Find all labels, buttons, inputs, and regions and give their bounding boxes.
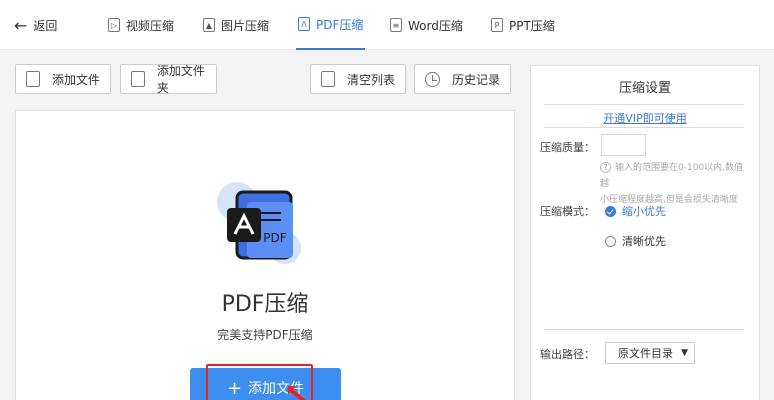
ppt-file-icon: P <box>491 18 503 32</box>
drop-area-title: PDF压缩 <box>221 292 309 317</box>
arrow-left-icon: ← <box>14 15 28 35</box>
history-label: 历史记录 <box>452 72 501 87</box>
quality-label: 压缩质量： <box>540 141 595 154</box>
tab-label: PPT压缩 <box>509 18 555 33</box>
mode-option-label: 清晰优先 <box>622 235 666 248</box>
image-file-icon: ▲ <box>203 18 215 32</box>
mode-radio-shrink[interactable]: 缩小优先 <box>605 203 666 219</box>
mode-option-label: 缩小优先 <box>622 205 666 218</box>
tab-word-compress[interactable]: ≡ Word压缩 <box>390 0 463 50</box>
word-file-icon: ≡ <box>390 18 402 32</box>
clear-list-button[interactable]: 清空列表 <box>310 64 406 94</box>
help-icon: ? <box>600 162 611 173</box>
tab-label: 视频压缩 <box>126 18 175 33</box>
output-path-select[interactable]: 原文件目录 ▼ <box>605 342 695 364</box>
tab-image-compress[interactable]: ▲ 图片压缩 <box>203 0 269 50</box>
tab-ppt-compress[interactable]: P PPT压缩 <box>491 0 555 50</box>
tab-label: PDF压缩 <box>316 17 364 32</box>
quality-hint: ? 输入的范围要在0-100以内,数值越 小压缩程度越高,但是会损失清晰度 <box>600 162 744 205</box>
divider <box>544 329 744 330</box>
video-file-icon: ▷ <box>108 18 120 32</box>
plus-icon: + <box>226 377 243 399</box>
back-button[interactable]: ← 返回 <box>14 17 57 34</box>
mode-label: 压缩模式： <box>540 205 595 218</box>
output-path-value: 原文件目录 <box>618 347 673 360</box>
add-file-label: 添加文件 <box>52 72 101 87</box>
divider <box>544 104 744 105</box>
quality-input[interactable] <box>601 134 646 156</box>
tab-label: 图片压缩 <box>221 18 270 33</box>
add-folder-button[interactable]: 添加文件夹 <box>120 64 217 95</box>
mode-radio-clarity[interactable]: 清晰优先 <box>605 233 666 249</box>
output-label: 输出路径： <box>540 348 595 361</box>
add-folder-icon <box>131 71 145 87</box>
drop-area-subtitle: 完美支持PDF压缩 <box>217 328 313 342</box>
clock-icon <box>425 71 440 87</box>
caret-down-icon: ▼ <box>681 348 688 358</box>
tab-label: Word压缩 <box>408 18 463 33</box>
vip-link[interactable]: 开通VIP即可使用 <box>530 110 760 126</box>
clear-list-label: 清空列表 <box>347 72 396 87</box>
add-file-icon <box>26 71 40 87</box>
add-file-main-button[interactable]: + 添加文件 <box>190 368 341 400</box>
radio-checked-icon <box>605 205 616 217</box>
pdf-badge: PDF <box>263 231 286 245</box>
tab-video-compress[interactable]: ▷ 视频压缩 <box>108 0 174 50</box>
divider <box>544 127 744 128</box>
radio-unchecked-icon <box>605 235 616 247</box>
add-folder-label: 添加文件夹 <box>156 64 205 95</box>
pdf-document-icon: PDF <box>217 182 301 264</box>
top-bar: ← 返回 ▷ 视频压缩 ▲ 图片压缩 Λ PDF压缩 ≡ Word压缩 P PP… <box>0 0 774 50</box>
tab-pdf-compress[interactable]: Λ PDF压缩 <box>296 0 366 50</box>
settings-title: 压缩设置 <box>618 81 671 96</box>
add-file-button[interactable]: 添加文件 <box>15 64 111 94</box>
back-label: 返回 <box>33 19 58 33</box>
history-button[interactable]: 历史记录 <box>414 64 511 94</box>
trash-icon <box>321 71 335 87</box>
pdf-file-icon: Λ <box>298 17 310 31</box>
pointer-arrow-icon <box>288 386 306 400</box>
